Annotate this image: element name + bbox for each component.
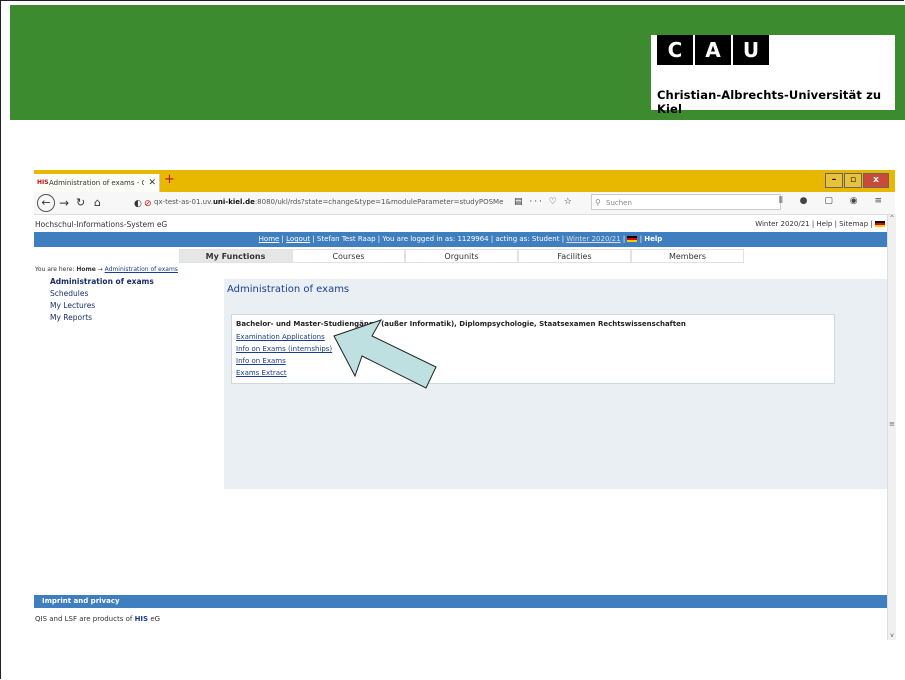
pointer-arrow-shape xyxy=(333,319,437,389)
pointer-arrow-annotation xyxy=(333,319,437,389)
